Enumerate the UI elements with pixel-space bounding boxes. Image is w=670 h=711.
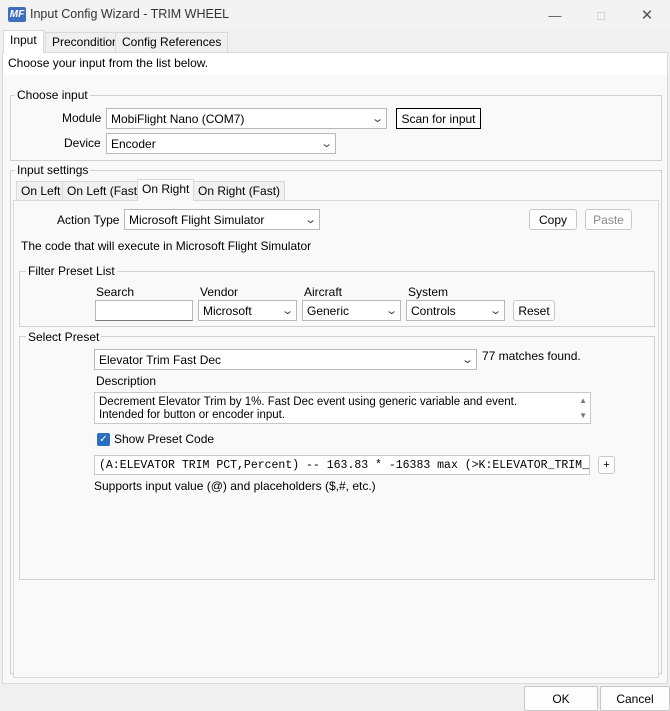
maximize-icon: □	[597, 7, 605, 23]
action-type-label: Action Type	[57, 213, 120, 227]
chevron-down-icon: ⌄	[370, 113, 384, 125]
search-input[interactable]	[95, 300, 193, 321]
device-value: Encoder	[111, 136, 156, 151]
supports-text: Supports input value (@) and placeholder…	[94, 479, 376, 493]
description-label: Description	[96, 374, 157, 388]
aircraft-label: Aircraft	[304, 285, 343, 299]
aircraft-select[interactable]: Generic ⌄	[302, 300, 401, 321]
ok-button[interactable]: OK	[524, 686, 598, 711]
tab-precondition[interactable]: Precondition	[45, 32, 126, 52]
title-bar: MF Input Config Wizard - TRIM WHEEL — □ …	[0, 0, 670, 30]
show-preset-code-checkbox[interactable]: ✓	[97, 433, 110, 446]
input-settings-label: Input settings	[15, 163, 91, 177]
module-value: MobiFlight Nano (COM7)	[111, 111, 245, 126]
description-line-2: Intended for button or encoder input.	[99, 409, 286, 421]
window-title: Input Config Wizard - TRIM WHEEL	[30, 7, 230, 21]
chevron-down-icon: ⌄	[280, 305, 294, 317]
scan-for-input-button[interactable]: Scan for input	[396, 108, 481, 129]
description-box[interactable]: Decrement Elevator Trim by 1%. Fast Dec …	[94, 392, 591, 424]
add-button[interactable]: +	[598, 456, 615, 474]
description-line-1: Decrement Elevator Trim by 1%. Fast Dec …	[99, 396, 518, 408]
chevron-down-icon: ⌄	[488, 305, 502, 317]
device-label: Device	[64, 136, 101, 150]
checkmark-icon: ✓	[99, 434, 108, 445]
choose-input-label: Choose input	[15, 88, 90, 102]
scroll-down-icon[interactable]: ▼	[579, 409, 587, 422]
tab-on-right[interactable]: On Right	[137, 179, 195, 201]
select-preset-label: Select Preset	[26, 330, 102, 344]
preset-code-field[interactable]: (A:ELEVATOR TRIM PCT,Percent) -- 163.83 …	[94, 455, 590, 475]
action-type-value: Microsoft Flight Simulator	[129, 212, 265, 227]
close-icon[interactable]: ✕	[624, 0, 670, 30]
chevron-down-icon: ⌄	[319, 138, 333, 150]
preset-select[interactable]: Elevator Trim Fast Dec ⌄	[94, 349, 477, 370]
reset-button[interactable]: Reset	[513, 300, 555, 321]
chevron-down-icon: ⌄	[303, 214, 317, 226]
search-label: Search	[96, 285, 135, 299]
system-value: Controls	[411, 303, 456, 318]
chevron-down-icon: ⌄	[384, 305, 398, 317]
mobiflight-logo-icon: MF	[8, 7, 26, 22]
action-type-select[interactable]: Microsoft Flight Simulator ⌄	[124, 209, 320, 230]
system-label: System	[408, 285, 449, 299]
vendor-value: Microsoft	[203, 303, 252, 318]
matches-count: 77 matches found.	[482, 349, 581, 363]
filter-preset-label: Filter Preset List	[26, 264, 117, 278]
tab-config-references[interactable]: Config References	[115, 32, 229, 52]
show-preset-code-label[interactable]: Show Preset Code	[114, 432, 214, 446]
hint-text: Choose your input from the list below.	[8, 56, 209, 70]
tab-on-left-fast[interactable]: On Left (Fast)	[62, 181, 147, 200]
aircraft-value: Generic	[307, 303, 350, 318]
copy-button[interactable]: Copy	[529, 209, 577, 230]
tab-on-left[interactable]: On Left	[16, 181, 66, 200]
module-select[interactable]: MobiFlight Nano (COM7) ⌄	[106, 108, 387, 129]
module-label: Module	[62, 111, 102, 125]
device-select[interactable]: Encoder ⌄	[106, 133, 336, 154]
paste-button[interactable]: Paste	[585, 209, 632, 230]
tab-on-right-fast[interactable]: On Right (Fast)	[193, 181, 286, 200]
vendor-select[interactable]: Microsoft ⌄	[198, 300, 297, 321]
minimize-icon[interactable]: —	[532, 0, 578, 30]
vendor-label: Vendor	[200, 285, 239, 299]
chevron-down-icon: ⌄	[460, 354, 474, 366]
info-text: The code that will execute in Microsoft …	[21, 239, 312, 253]
tab-input[interactable]: Input	[3, 30, 44, 53]
preset-value: Elevator Trim Fast Dec	[99, 352, 222, 367]
cancel-button[interactable]: Cancel	[600, 686, 670, 711]
system-select[interactable]: Controls ⌄	[406, 300, 505, 321]
scroll-up-icon[interactable]: ▲	[579, 394, 587, 407]
